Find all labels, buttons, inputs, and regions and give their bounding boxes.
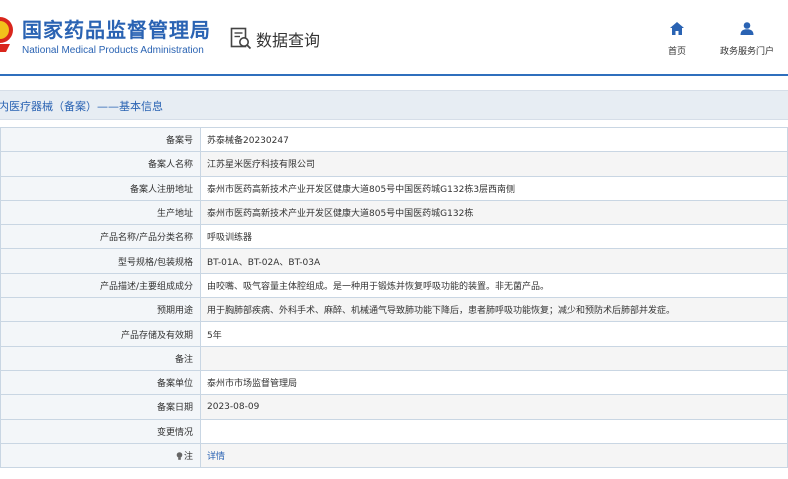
agency-name[interactable]: 国家药品监督管理局 [22,14,211,43]
table-row: 备案人注册地址 泰州市医药高新技术产业开发区健康大道805号中国医药城G132栋… [0,175,788,201]
field-label: 备案单位 [0,369,201,396]
field-label: 备案人注册地址 [0,175,201,201]
section-title-bar: 内医疗器械（备案）——基本信息 [0,90,788,120]
field-label: 型号规格/包装规格 [0,248,201,274]
table-row: 备案日期 2023-08-09 [0,394,788,420]
field-value: 江苏星米医疗科技有限公司 [200,151,788,177]
user-icon [740,22,754,35]
field-label: 备案人名称 [0,151,201,177]
site-header: 国家药品监督管理局 National Medical Products Admi… [0,0,788,76]
nav-home[interactable]: 首页 [637,22,717,58]
table-row: 型号规格/包装规格 BT-01A、BT-02A、BT-03A [0,248,788,274]
field-label: 产品存储及有效期 [0,321,201,347]
home-icon [670,22,684,35]
table-row: 产品描述/主要组成成分 由咬嘴、吸气容量主体腔组成。是一种用于锻炼并恢复呼吸功能… [0,272,788,299]
field-label: 备注 [0,345,201,371]
record-info-table: 备案号 苏泰械备20230247 备案人名称 江苏星米医疗科技有限公司 备案人注… [0,126,788,469]
field-value: 泰州市医药高新技术产业开发区健康大道805号中国医药城G132栋3层西南侧 [200,175,788,201]
field-label: 产品名称/产品分类名称 [0,224,201,250]
field-label: 产品描述/主要组成成分 [0,272,201,299]
field-label: 预期用途 [0,297,201,323]
field-value: 由咬嘴、吸气容量主体腔组成。是一种用于锻炼并恢复呼吸功能的装置。非无菌产品。 [200,272,788,299]
agency-name-english: National Medical Products Administration [22,45,204,56]
field-value: 用于胸肺部疾病、外科手术、麻醉、机械通气导致肺功能下降后，患者肺呼吸功能恢复；减… [200,297,788,323]
section-title: 内医疗器械（备案）——基本信息 [0,100,163,113]
field-label: 备案号 [0,126,201,153]
table-row: 产品存储及有效期 5年 [0,321,788,347]
field-value: 泰州市医药高新技术产业开发区健康大道805号中国医药城G132栋 [200,199,788,226]
field-label: 变更情况 [0,418,201,444]
field-value: BT-01A、BT-02A、BT-03A [200,248,788,274]
field-label: 备案日期 [0,394,201,420]
document-search-icon [230,27,252,50]
field-value [200,345,788,371]
field-value: 呼吸训练器 [200,224,788,250]
field-value [200,418,788,444]
detail-cell: 详情 [200,442,788,469]
field-label: 注 [183,452,193,462]
nav-service-portal-label: 政务服务门户 [719,47,774,57]
field-label: 生产地址 [0,199,201,226]
table-row: 备注 [0,345,788,371]
table-row: 备案号 苏泰械备20230247 [0,126,788,153]
table-row: 备案单位 泰州市市场监督管理局 [0,369,788,396]
nav-home-label: 首页 [667,47,686,57]
national-emblem-icon [0,17,13,52]
data-query-label: 数据查询 [256,31,321,50]
table-row: 变更情况 [0,418,788,444]
table-row: 备案人名称 江苏星米医疗科技有限公司 [0,151,788,177]
field-value: 苏泰械备20230247 [200,126,788,153]
table-row: 注 详情 [0,442,788,469]
field-value: 2023-08-09 [200,394,788,420]
nav-service-portal[interactable]: 政务服务门户 [707,22,787,58]
field-value: 5年 [200,321,788,347]
table-row: 产品名称/产品分类名称 呼吸训练器 [0,224,788,250]
table-row: 生产地址 泰州市医药高新技术产业开发区健康大道805号中国医药城G132栋 [0,199,788,226]
detail-link[interactable]: 详情 [207,452,225,462]
lightbulb-icon [176,452,183,460]
note-label-cell: 注 [0,442,201,469]
data-query-title: 数据查询 [230,26,320,52]
table-row: 预期用途 用于胸肺部疾病、外科手术、麻醉、机械通气导致肺功能下降后，患者肺呼吸功… [0,297,788,323]
field-value: 泰州市市场监督管理局 [200,369,788,396]
